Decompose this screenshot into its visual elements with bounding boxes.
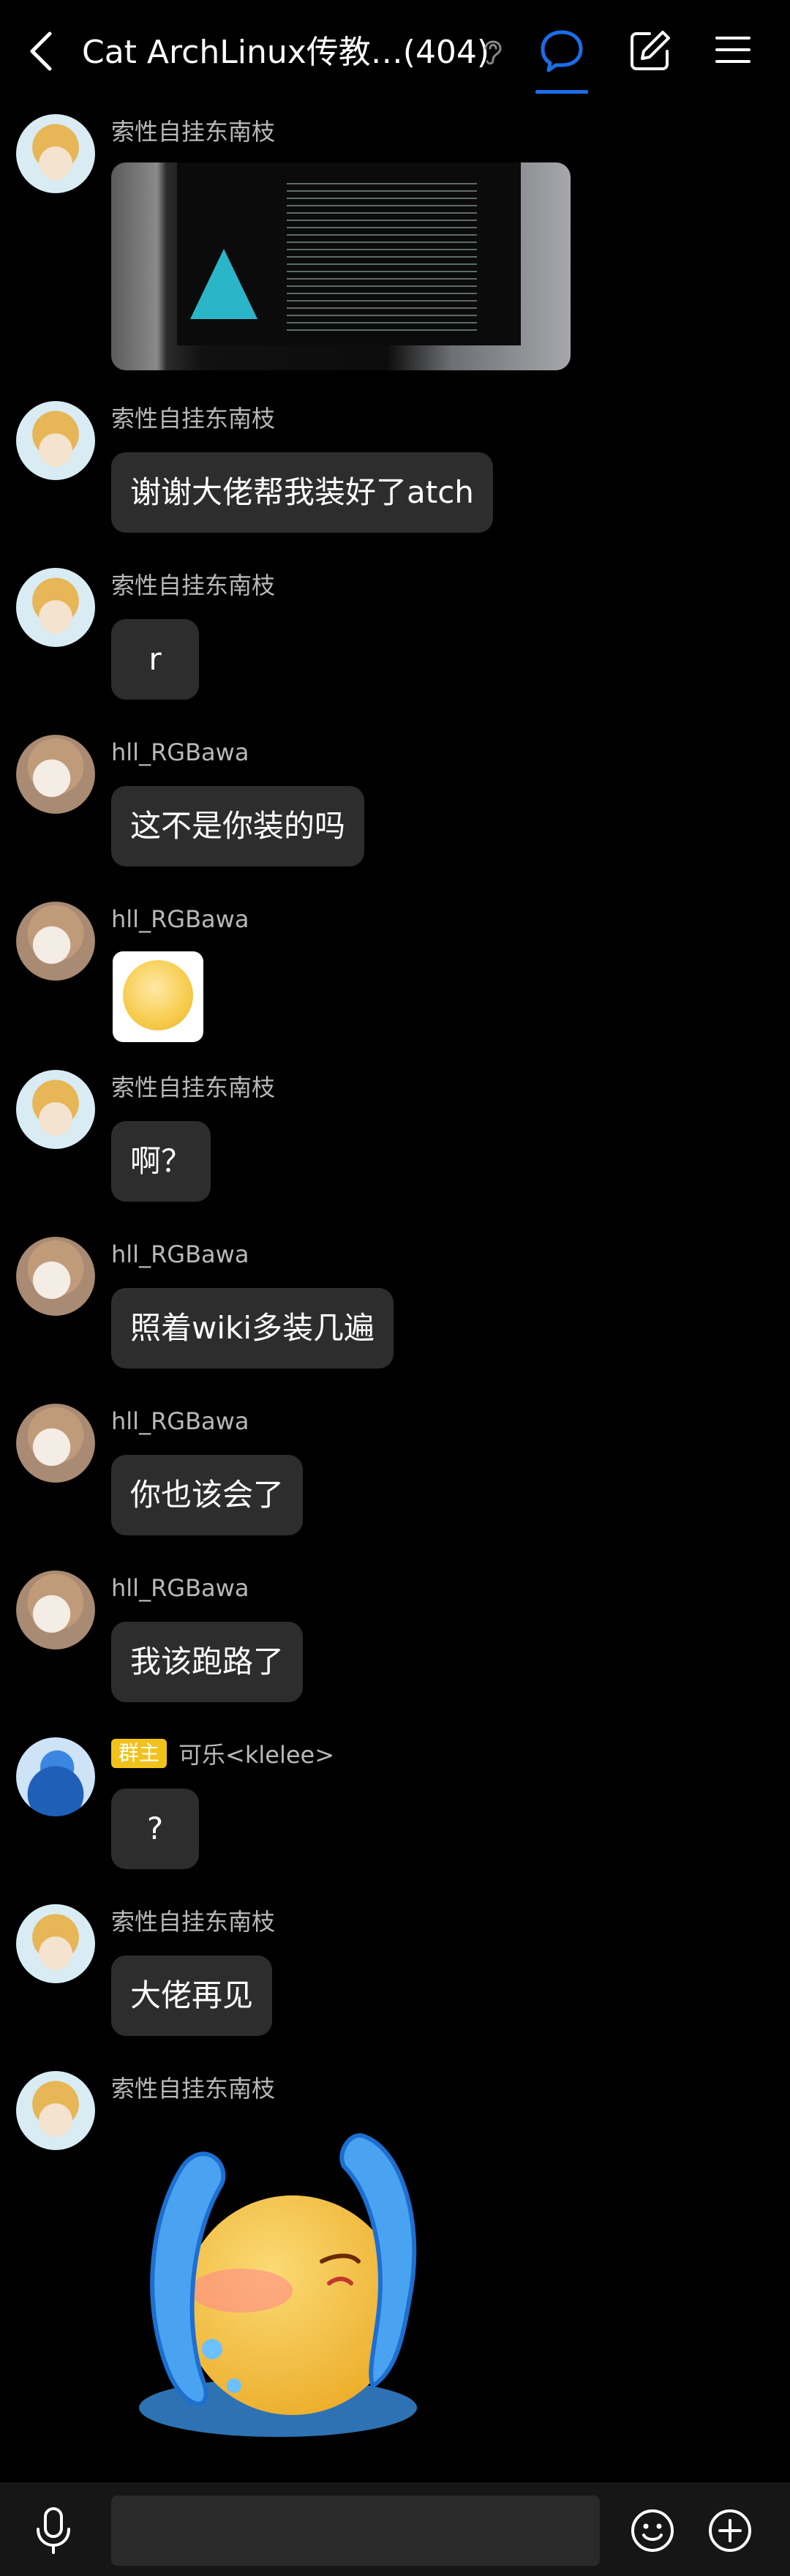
avatar[interactable] <box>16 735 95 814</box>
active-tab-indicator <box>535 90 588 94</box>
chat-icon <box>541 30 583 72</box>
owner-badge: 群主 <box>111 1739 168 1768</box>
message-bubble[interactable]: r <box>111 619 199 700</box>
avatar[interactable] <box>16 1737 95 1816</box>
arch-logo-icon <box>190 249 257 319</box>
menu-icon[interactable] <box>714 32 752 67</box>
input-bar <box>0 2482 790 2576</box>
image-message[interactable] <box>111 162 571 370</box>
sender-name: 索性自挂东南枝 <box>111 405 276 433</box>
smiley-sticker-icon <box>123 960 193 1030</box>
sender-name: hll_RGBawa <box>111 1407 249 1435</box>
sender-name: 群主 可乐<klelee> <box>111 1739 334 1771</box>
plus-icon[interactable] <box>707 2507 753 2554</box>
sender-name: 索性自挂东南枝 <box>111 1908 276 1936</box>
page-title[interactable]: Cat ArchLinux传教…(404) <box>82 29 489 76</box>
avatar[interactable] <box>16 2071 95 2150</box>
avatar[interactable] <box>16 568 95 647</box>
message-bubble[interactable]: 照着wiki多装几遍 <box>111 1288 394 1368</box>
sender-name: 索性自挂东南枝 <box>111 572 276 599</box>
sender-name: hll_RGBawa <box>111 1240 249 1268</box>
emoji-icon[interactable] <box>629 2507 676 2554</box>
avatar[interactable] <box>16 1570 95 1650</box>
edit-icon[interactable] <box>628 28 673 73</box>
avatar[interactable] <box>16 1904 95 1983</box>
chat-tab[interactable] <box>535 25 588 94</box>
back-icon[interactable] <box>25 28 57 75</box>
message-bubble[interactable]: ? <box>111 1789 199 1869</box>
sender-name: hll_RGBawa <box>111 1574 249 1602</box>
sticker-message[interactable] <box>113 951 203 1042</box>
sender-name: hll_RGBawa <box>111 738 249 766</box>
sender-name: hll_RGBawa <box>111 905 249 933</box>
photo-terminal-text <box>287 177 477 331</box>
message-bubble[interactable]: 我该跑路了 <box>111 1622 304 1702</box>
message-bubble[interactable]: 谢谢大佬帮我装好了atch <box>111 452 493 533</box>
avatar[interactable] <box>16 114 95 193</box>
message-bubble[interactable]: 这不是你装的吗 <box>111 786 365 866</box>
message-bubble[interactable]: 你也该会了 <box>111 1455 304 1535</box>
sender-name-text: 可乐<klelee> <box>178 1741 335 1769</box>
top-bar: Cat ArchLinux传教…(404) <box>0 0 790 102</box>
avatar[interactable] <box>16 1237 95 1316</box>
message-bubble[interactable]: 大佬再见 <box>111 1955 273 2036</box>
sender-name: 索性自挂东南枝 <box>111 2075 276 2103</box>
avatar[interactable] <box>16 401 95 480</box>
mic-icon[interactable] <box>32 2506 75 2556</box>
avatar[interactable] <box>16 1070 95 1149</box>
avatar[interactable] <box>16 1404 95 1483</box>
sender-name: 索性自挂东南枝 <box>111 1074 276 1101</box>
ear-icon[interactable] <box>480 35 505 67</box>
sender-name: 索性自挂东南枝 <box>111 118 276 146</box>
avatar[interactable] <box>16 902 95 981</box>
crying-sticker-icon[interactable] <box>124 2108 446 2444</box>
message-bubble[interactable]: 啊？ <box>111 1121 211 1202</box>
message-input[interactable] <box>111 2496 600 2566</box>
